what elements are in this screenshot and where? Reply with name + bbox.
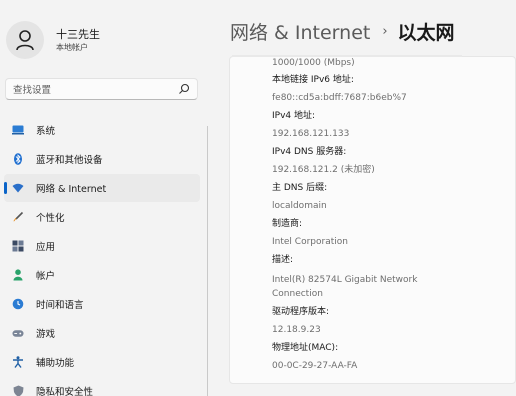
- sidebar-item-label: 系统: [36, 126, 56, 137]
- sidebar-nav: 系统 蓝牙和其他设备 网络 & Internet 个性化 应用 帐户 时间和语言…: [0, 116, 205, 396]
- sidebar-item-label: 辅助功能: [36, 358, 75, 369]
- search-icon: [179, 83, 190, 94]
- sidebar-item-system[interactable]: 系统: [4, 116, 200, 144]
- brush-icon: [12, 211, 24, 223]
- chevron-right-icon: ›: [382, 23, 388, 39]
- mac-address-value: 00-0C-29-27-AA-FA: [272, 361, 358, 371]
- sidebar-item-label: 个性化: [36, 213, 65, 224]
- manufacturer-value: Intel Corporation: [272, 237, 348, 247]
- wifi-icon: [12, 182, 24, 194]
- person-icon: [12, 269, 24, 281]
- link-speed-value: 1000/1000 (Mbps): [272, 58, 355, 68]
- user-name: 十三先生: [56, 27, 100, 41]
- page-title: 以太网: [397, 21, 455, 44]
- sidebar-item-bluetooth[interactable]: 蓝牙和其他设备: [4, 145, 200, 173]
- gamepad-icon: [12, 327, 24, 339]
- ipv6-label: 本地链接 IPv6 地址:: [272, 75, 354, 85]
- driver-version-value: 12.18.9.23: [272, 325, 321, 335]
- mac-address-label: 物理地址(MAC):: [272, 343, 339, 353]
- globe-clock-icon: [12, 298, 24, 310]
- description-value: Intel(R) 82574L Gigabit Network: [272, 275, 418, 285]
- breadcrumb-parent[interactable]: 网络 & Internet: [230, 18, 370, 45]
- avatar[interactable]: [6, 21, 44, 59]
- sidebar-item-label: 时间和语言: [36, 300, 84, 311]
- search-box[interactable]: 查找设置: [5, 78, 198, 100]
- sidebar-item-network[interactable]: 网络 & Internet: [4, 174, 200, 202]
- person-icon: [16, 30, 34, 51]
- sidebar-item-accounts[interactable]: 帐户: [4, 261, 200, 289]
- ipv4-value: 192.168.121.133: [272, 129, 350, 139]
- manufacturer-label: 制造商:: [272, 219, 303, 229]
- user-account-type: 本地帐户: [56, 42, 88, 52]
- sidebar-item-label: 帐户: [36, 271, 56, 282]
- sidebar-item-personalization[interactable]: 个性化: [4, 203, 200, 231]
- sidebar-item-privacy[interactable]: 隐私和安全性: [4, 377, 200, 396]
- ipv4-label: IPv4 地址:: [272, 111, 316, 121]
- sidebar-item-label: 游戏: [36, 329, 56, 340]
- description-value-line2: Connection: [272, 289, 323, 299]
- sidebar-item-label: 网络 & Internet: [36, 184, 107, 195]
- sidebar-item-label: 隐私和安全性: [36, 387, 94, 396]
- search-input[interactable]: 查找设置: [13, 82, 178, 96]
- description-label: 描述:: [272, 255, 294, 265]
- breadcrumb: 网络 & Internet › 以太网: [230, 16, 455, 46]
- user-profile[interactable]: 十三先生 本地帐户: [6, 20, 100, 60]
- ipv4-dns-label: IPv4 DNS 服务器:: [272, 147, 347, 157]
- sidebar-item-label: 应用: [36, 242, 56, 253]
- monitor-icon: [12, 124, 24, 136]
- dns-suffix-value: localdomain: [272, 201, 327, 211]
- driver-version-label: 驱动程序版本:: [272, 307, 330, 317]
- dns-suffix-label: 主 DNS 后缀:: [272, 183, 328, 193]
- bluetooth-icon: [12, 153, 24, 165]
- sidebar-item-gaming[interactable]: 游戏: [4, 319, 200, 347]
- sidebar-item-time-language[interactable]: 时间和语言: [4, 290, 200, 318]
- accessibility-icon: [12, 356, 24, 368]
- shield-icon: [12, 385, 24, 396]
- ipv4-dns-value: 192.168.121.2 (未加密): [272, 165, 375, 175]
- sidebar-item-apps[interactable]: 应用: [4, 232, 200, 260]
- ipv6-value: fe80::cd5a:bdff:7687:b6eb%7: [272, 93, 407, 103]
- sidebar-scrollbar[interactable]: [207, 126, 208, 396]
- sidebar-item-accessibility[interactable]: 辅助功能: [4, 348, 200, 376]
- sidebar-item-label: 蓝牙和其他设备: [36, 155, 103, 166]
- apps-icon: [12, 240, 24, 252]
- sidebar: 十三先生 本地帐户 查找设置 系统 蓝牙和其他设备 网络 & Internet …: [0, 0, 210, 396]
